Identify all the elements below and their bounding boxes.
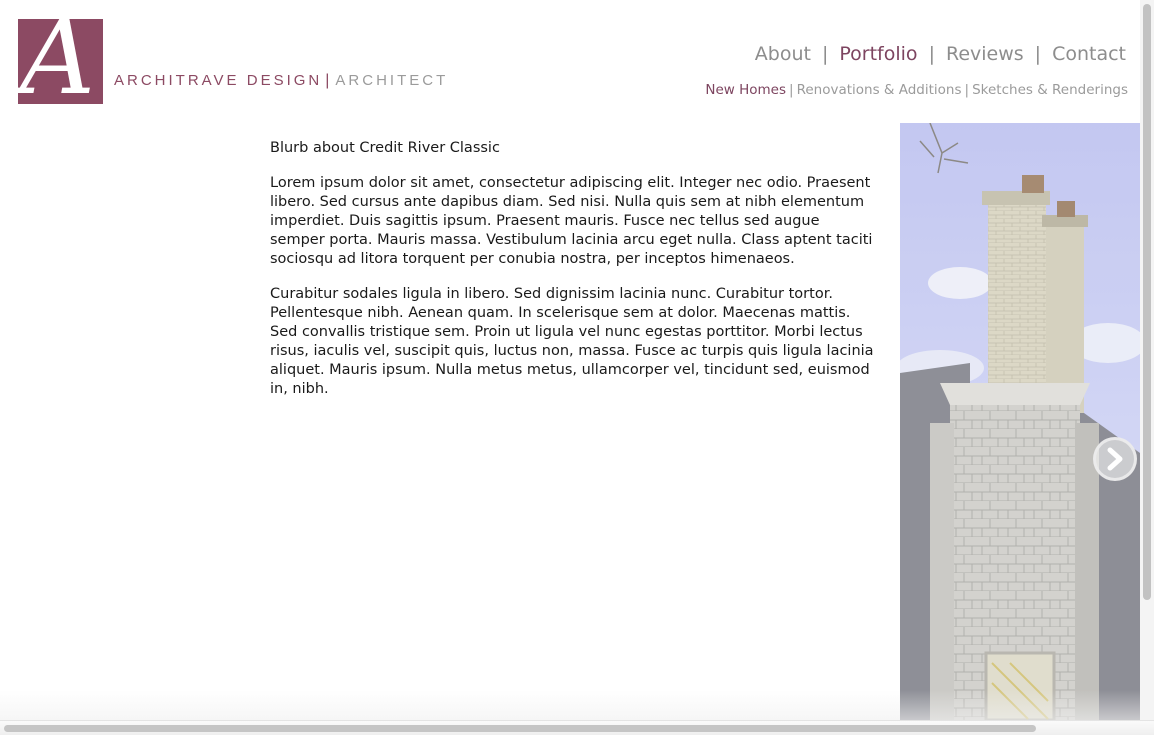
subnav-renovations-additions[interactable]: Renovations & Additions (797, 82, 962, 98)
vertical-scrollbar[interactable] (1140, 0, 1154, 720)
project-description: Blurb about Credit River Classic Lorem i… (270, 139, 876, 415)
subnav-new-homes[interactable]: New Homes (705, 82, 786, 98)
brand-wordmark: ARCHITRAVE DESIGN | ARCHITECT (114, 72, 448, 90)
vertical-scrollbar-thumb[interactable] (1143, 4, 1151, 600)
project-title: Blurb about Credit River Classic (270, 140, 500, 156)
logo-mark[interactable]: A (18, 19, 103, 104)
nav-about[interactable]: About (755, 43, 811, 65)
gallery-next-button[interactable] (1093, 437, 1137, 481)
nav-separator: | (1034, 43, 1042, 65)
nav-separator: | (821, 43, 829, 65)
paragraph: Curabitur sodales ligula in libero. Sed … (270, 286, 874, 397)
chimney-house-image (900, 123, 1140, 720)
nav-separator: | (928, 43, 935, 65)
nav-reviews[interactable]: Reviews (946, 43, 1024, 65)
subnav-separator: | (789, 82, 794, 98)
horizontal-scrollbar-thumb[interactable] (4, 725, 1036, 732)
project-photo (900, 123, 1140, 720)
nav-contact[interactable]: Contact (1052, 43, 1126, 65)
paragraph: Lorem ipsum dolor sit amet, consectetur … (270, 175, 873, 267)
horizontal-scrollbar[interactable] (0, 720, 1154, 735)
subnav-separator: | (964, 82, 970, 98)
brand-separator: | (325, 72, 330, 89)
subnav-sketches-renderings[interactable]: Sketches & Renderings (972, 82, 1128, 98)
main-nav: About | Portfolio | Reviews | Contact (755, 43, 1126, 65)
sub-nav: New Homes | Renovations & Additions | Sketch… (705, 82, 1128, 98)
brand-role: ARCHITECT (335, 72, 449, 89)
nav-portfolio[interactable]: Portfolio (839, 43, 917, 65)
chevron-right-icon (1107, 447, 1123, 471)
logo-letter: A (20, 19, 96, 104)
brand-name: ARCHITRAVE DESIGN (114, 72, 323, 89)
